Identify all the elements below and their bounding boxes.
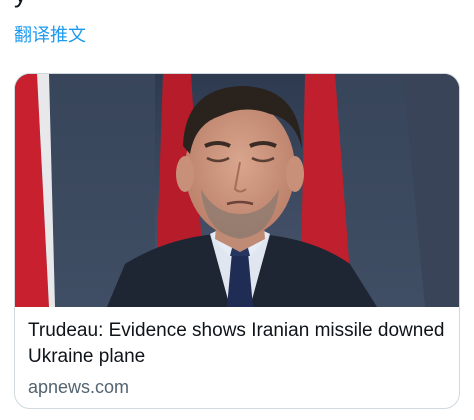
tweet-view: y 翻译推文 <box>0 0 474 420</box>
card-photo <box>15 74 459 307</box>
card-title[interactable]: Trudeau: Evidence shows Iranian missile … <box>28 318 446 370</box>
translate-tweet-link[interactable]: 翻译推文 <box>14 25 86 47</box>
card-image[interactable] <box>15 74 459 307</box>
link-preview-card[interactable]: Trudeau: Evidence shows Iranian missile … <box>14 73 460 409</box>
card-body: Trudeau: Evidence shows Iranian missile … <box>15 307 459 398</box>
card-domain: apnews.com <box>28 377 130 397</box>
tweet-text-fragment: y <box>14 0 27 6</box>
